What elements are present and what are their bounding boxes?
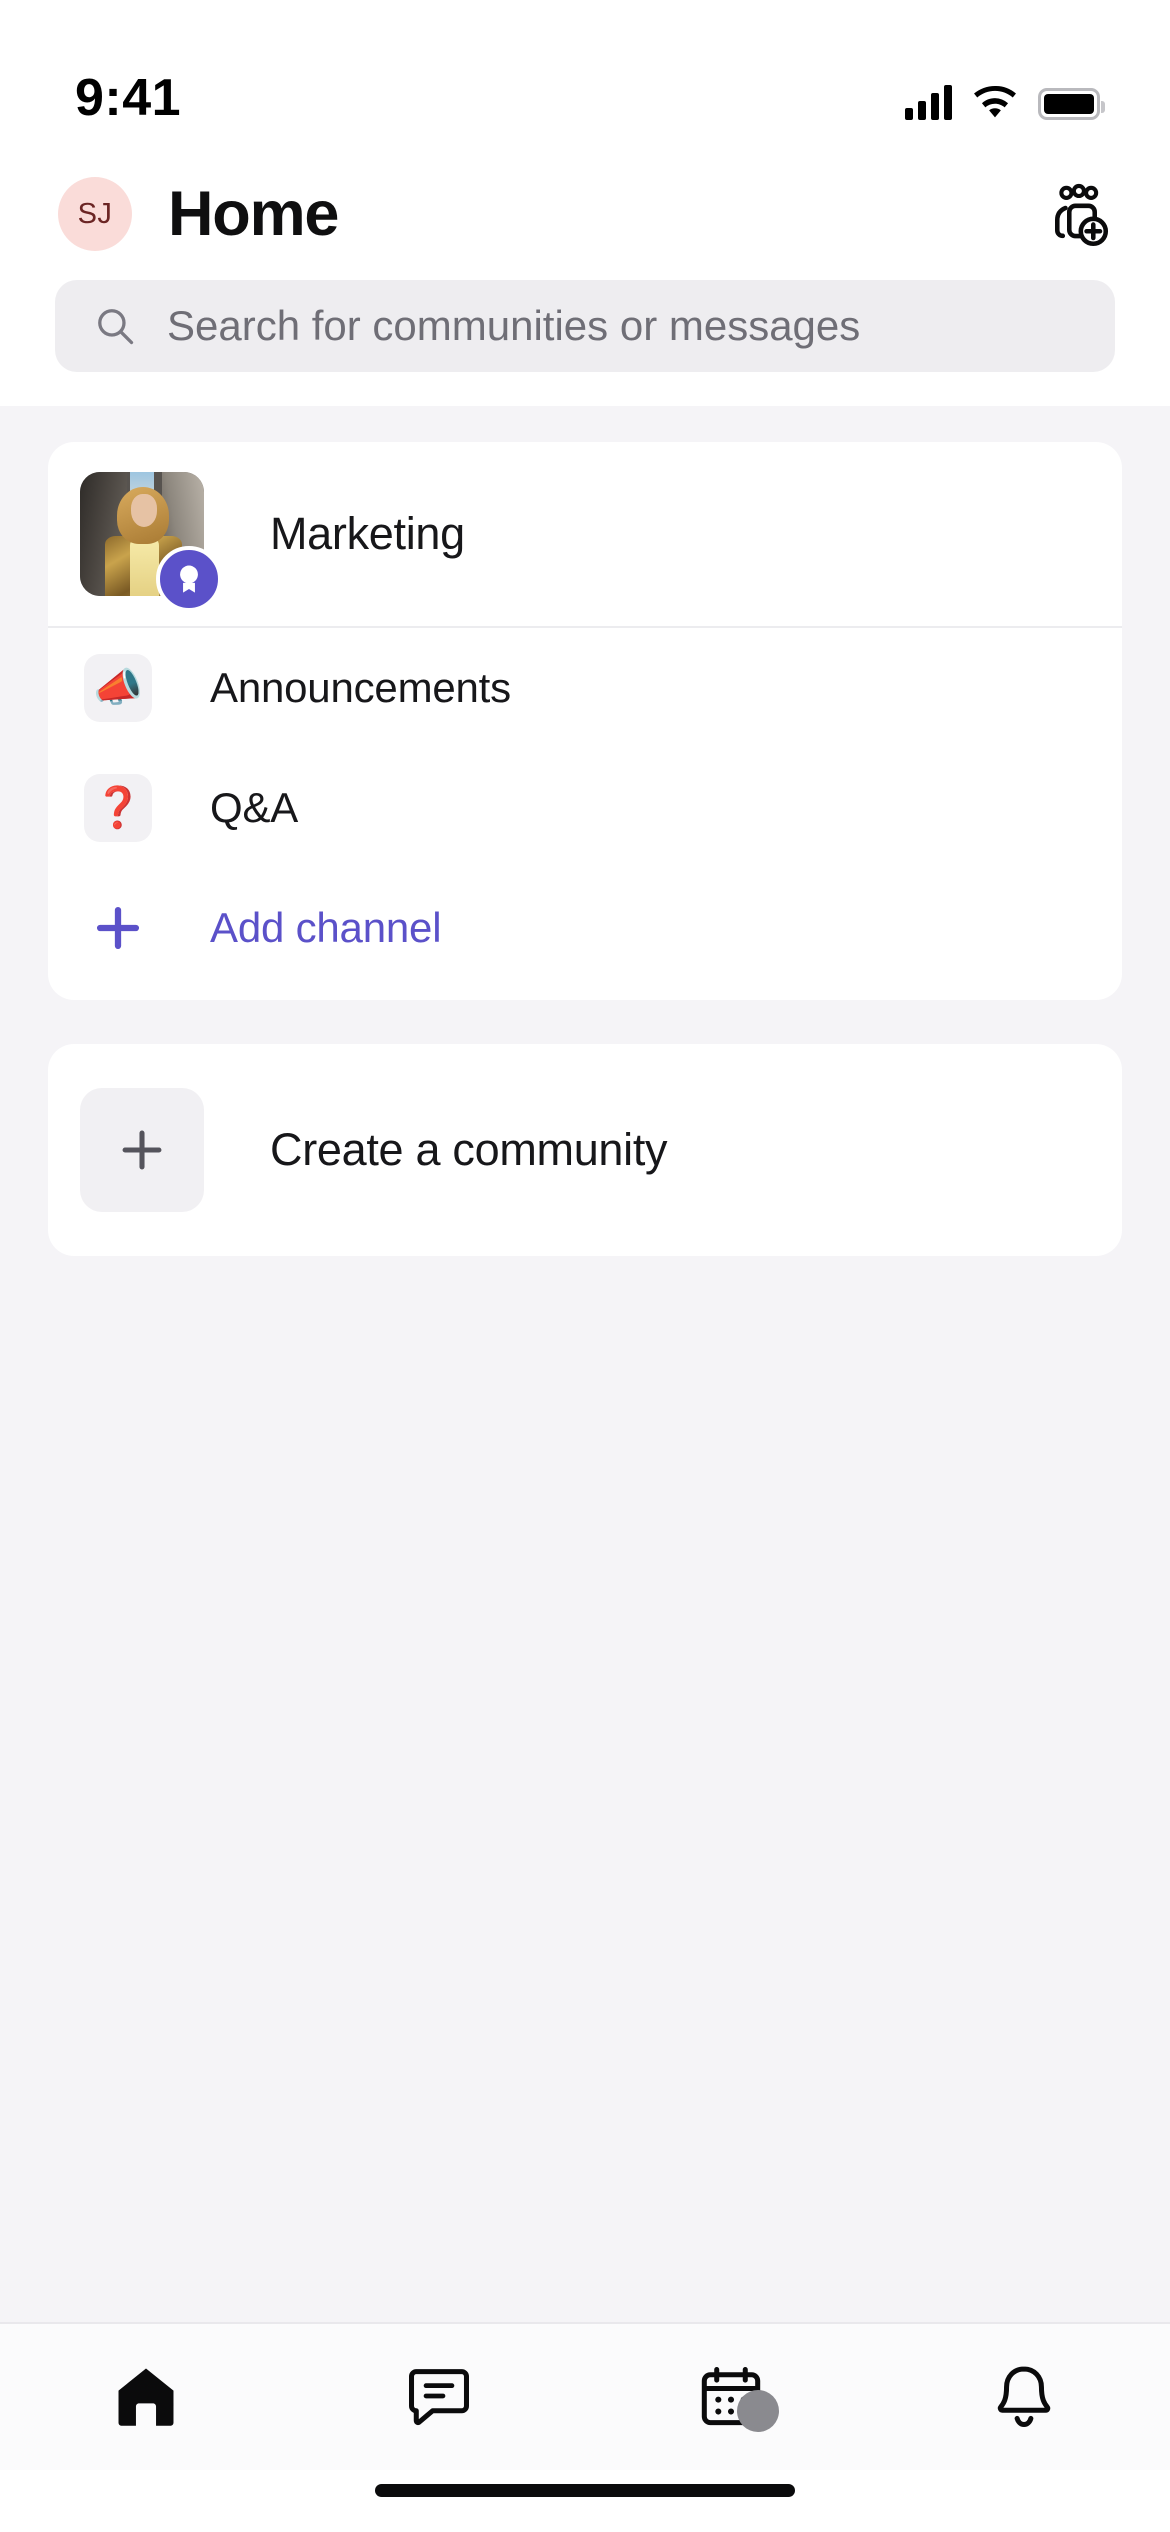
create-community-card[interactable]: Create a community [48, 1044, 1122, 1256]
home-icon [118, 2368, 174, 2426]
content-area: Marketing 📣 Announcements ❓ Q&A Add chan… [0, 406, 1170, 2322]
plus-icon [80, 1088, 204, 1212]
add-channel-button[interactable]: Add channel [48, 868, 1122, 1000]
page-title: Home [168, 178, 339, 249]
battery-full-icon [1038, 88, 1105, 120]
home-indicator-area [0, 2470, 1170, 2532]
avatar-initials: SJ [77, 197, 113, 230]
home-indicator[interactable] [375, 2484, 795, 2497]
search-input[interactable]: Search for communities or messages [55, 280, 1115, 372]
megaphone-emoji-icon: 📣 [84, 654, 152, 722]
status-bar-time: 9:41 [75, 69, 182, 127]
tab-home[interactable] [0, 2324, 293, 2470]
status-bar-indicators [905, 84, 1105, 124]
app-screen: 9:41 SJ Home Search for communities or m… [0, 0, 1170, 2532]
add-people-icon[interactable] [1040, 178, 1112, 250]
cellular-bars-icon [905, 84, 952, 120]
question-mark-emoji-icon: ❓ [84, 774, 152, 842]
tab-calendar[interactable] [585, 2324, 878, 2470]
wifi-icon [974, 86, 1016, 118]
search-icon [98, 309, 134, 345]
channel-row[interactable]: 📣 Announcements [48, 628, 1122, 748]
create-community-label: Create a community [270, 1124, 668, 1175]
channel-label: Announcements [210, 664, 511, 711]
tab-chat[interactable] [293, 2324, 586, 2470]
tab-notifications[interactable] [878, 2324, 1170, 2470]
community-thumbnail [80, 472, 222, 612]
app-header: SJ Home [0, 150, 1170, 268]
calendar-badge-dot [737, 2390, 780, 2432]
add-channel-label: Add channel [210, 904, 442, 951]
community-header-row[interactable]: Marketing [48, 442, 1122, 626]
award-badge-icon [156, 546, 222, 612]
search-placeholder: Search for communities or messages [167, 302, 861, 349]
channel-row[interactable]: ❓ Q&A [48, 748, 1122, 868]
avatar[interactable]: SJ [58, 177, 132, 251]
chat-bubble-icon [408, 2369, 469, 2426]
channel-label: Q&A [210, 784, 299, 831]
bell-icon [997, 2366, 1050, 2427]
community-name: Marketing [270, 508, 465, 559]
search-section: Search for communities or messages [0, 268, 1170, 406]
status-bar: 9:41 [0, 0, 1170, 150]
community-card: Marketing 📣 Announcements ❓ Q&A Add chan… [48, 442, 1122, 1000]
plus-icon [84, 894, 152, 962]
bottom-tab-bar [0, 2322, 1170, 2470]
